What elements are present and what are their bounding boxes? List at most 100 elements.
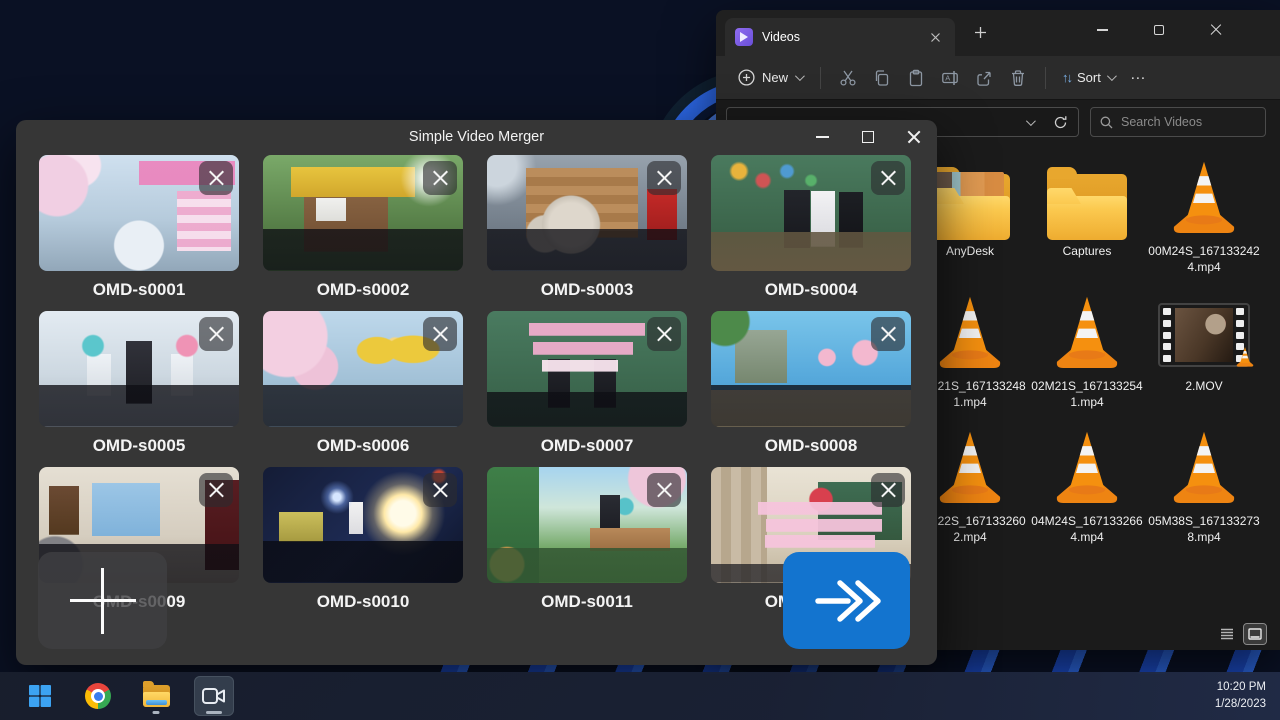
refresh-icon[interactable] bbox=[1053, 115, 1068, 130]
large-icons-view-button[interactable] bbox=[1244, 624, 1266, 644]
remove-video-button[interactable] bbox=[647, 161, 681, 195]
remove-video-button[interactable] bbox=[871, 473, 905, 507]
tab-videos[interactable]: Videos bbox=[725, 18, 955, 56]
fast-forward-arrow-icon bbox=[812, 576, 882, 626]
new-tab-button[interactable] bbox=[974, 26, 996, 48]
start-button[interactable] bbox=[20, 676, 60, 716]
search-box[interactable] bbox=[1090, 107, 1266, 137]
tab-close-icon[interactable] bbox=[925, 27, 945, 47]
vlc-cone-icon bbox=[1047, 426, 1127, 510]
copy-button[interactable] bbox=[865, 63, 899, 93]
video-label: OMD-s0005 bbox=[39, 436, 239, 456]
clock-time: 10:20 PM bbox=[1215, 679, 1266, 696]
remove-video-button[interactable] bbox=[199, 161, 233, 195]
video-item[interactable]: OMD-s0004 bbox=[711, 155, 911, 311]
file-name: 2.MOV bbox=[1185, 379, 1222, 395]
camera-app-taskbar-button[interactable] bbox=[194, 676, 234, 716]
add-videos-button[interactable] bbox=[38, 552, 167, 649]
paste-button[interactable] bbox=[899, 63, 933, 93]
anydesk-folder-icon bbox=[928, 174, 1012, 240]
svg-text:A: A bbox=[945, 73, 950, 82]
vlc-cone-icon bbox=[1164, 426, 1244, 510]
video-item[interactable]: OMD-s0001 bbox=[39, 155, 239, 311]
video-thumbnail[interactable] bbox=[39, 155, 239, 271]
file-explorer-icon bbox=[143, 685, 170, 707]
search-icon bbox=[1100, 116, 1113, 129]
merger-title-bar[interactable]: Simple Video Merger bbox=[16, 120, 937, 154]
sort-button[interactable]: ↑↓ Sort bbox=[1056, 64, 1120, 91]
clock-date: 1/28/2023 bbox=[1215, 696, 1266, 713]
video-item[interactable]: OMD-s0005 bbox=[39, 311, 239, 467]
video-thumbnail[interactable] bbox=[263, 311, 463, 427]
plus-circle-icon bbox=[738, 69, 755, 86]
explorer-close-button[interactable] bbox=[1210, 24, 1222, 36]
video-merger-window: Simple Video Merger OMD-s0001 OMD-s0002 … bbox=[16, 120, 937, 665]
remove-video-button[interactable] bbox=[423, 317, 457, 351]
video-thumbnail[interactable] bbox=[487, 155, 687, 271]
remove-video-button[interactable] bbox=[647, 473, 681, 507]
video-thumbnail[interactable] bbox=[711, 155, 911, 271]
explorer-maximize-button[interactable] bbox=[1154, 25, 1164, 35]
file-explorer-taskbar-button[interactable] bbox=[136, 676, 176, 716]
video-label: OMD-s0004 bbox=[711, 280, 911, 300]
remove-video-button[interactable] bbox=[423, 161, 457, 195]
video-thumbnail[interactable] bbox=[263, 467, 463, 583]
cut-button[interactable] bbox=[831, 63, 865, 93]
video-label: OMD-s0003 bbox=[487, 280, 687, 300]
taskbar: 10:20 PM 1/28/2023 bbox=[0, 672, 1280, 720]
video-item[interactable]: OMD-s0006 bbox=[263, 311, 463, 467]
video-item[interactable]: OMD-s0010 bbox=[263, 467, 463, 623]
explorer-toolbar: New A ↑↓ Sort … bbox=[716, 56, 1280, 100]
rename-button[interactable]: A bbox=[933, 63, 967, 93]
file-name: 00M24S_1671332424.mp4 bbox=[1148, 244, 1260, 275]
merger-minimize-button[interactable] bbox=[816, 136, 829, 138]
file-name: 05M38S_1671332738.mp4 bbox=[1148, 514, 1260, 545]
remove-video-button[interactable] bbox=[423, 473, 457, 507]
videos-folder-icon bbox=[735, 28, 753, 46]
merger-close-button[interactable] bbox=[907, 130, 921, 144]
remove-video-button[interactable] bbox=[871, 161, 905, 195]
file-item[interactable]: 00M24S_1671332424.mp4 bbox=[1146, 148, 1262, 279]
remove-video-button[interactable] bbox=[647, 317, 681, 351]
mini-vlc-cone-icon bbox=[1234, 345, 1256, 369]
video-item[interactable]: OMD-s0002 bbox=[263, 155, 463, 311]
merge-videos-button[interactable] bbox=[783, 552, 910, 649]
chrome-taskbar-button[interactable] bbox=[78, 676, 118, 716]
file-item[interactable]: 04M24S_1671332664.mp4 bbox=[1029, 418, 1145, 549]
video-thumbnail[interactable] bbox=[263, 155, 463, 271]
remove-video-button[interactable] bbox=[871, 317, 905, 351]
share-button[interactable] bbox=[967, 63, 1001, 93]
file-item[interactable]: 2.MOV bbox=[1146, 283, 1262, 414]
address-dropdown-chevron-icon[interactable] bbox=[1026, 116, 1036, 126]
file-name: 02M21S_1671332541.mp4 bbox=[1031, 379, 1143, 410]
file-name: 04M24S_1671332664.mp4 bbox=[1031, 514, 1143, 545]
delete-button[interactable] bbox=[1001, 63, 1035, 93]
video-label: OMD-s0001 bbox=[39, 280, 239, 300]
new-button[interactable]: New bbox=[730, 63, 810, 92]
sort-button-label: Sort bbox=[1077, 70, 1101, 85]
file-item[interactable]: 05M38S_1671332738.mp4 bbox=[1146, 418, 1262, 549]
video-item[interactable]: OMD-s0008 bbox=[711, 311, 911, 467]
video-thumbnail[interactable] bbox=[487, 311, 687, 427]
file-item[interactable]: 02M21S_1671332541.mp4 bbox=[1029, 283, 1145, 414]
remove-video-button[interactable] bbox=[199, 317, 233, 351]
explorer-tab-bar: Videos bbox=[716, 10, 1280, 56]
video-thumbnail[interactable] bbox=[487, 467, 687, 583]
video-item[interactable]: OMD-s0007 bbox=[487, 311, 687, 467]
video-thumbnail[interactable] bbox=[711, 311, 911, 427]
video-item[interactable]: OMD-s0011 bbox=[487, 467, 687, 623]
taskbar-clock[interactable]: 10:20 PM 1/28/2023 bbox=[1215, 679, 1266, 712]
video-item[interactable]: OMD-s0003 bbox=[487, 155, 687, 311]
search-input[interactable] bbox=[1121, 115, 1241, 129]
file-item[interactable]: Captures bbox=[1029, 148, 1145, 279]
merger-maximize-button[interactable] bbox=[862, 131, 874, 143]
file-name: AnyDesk bbox=[946, 244, 994, 260]
video-label: OMD-s0006 bbox=[263, 436, 463, 456]
video-thumbnail[interactable] bbox=[39, 311, 239, 427]
remove-video-button[interactable] bbox=[199, 473, 233, 507]
details-view-button[interactable] bbox=[1216, 624, 1238, 644]
window-title: Simple Video Merger bbox=[409, 129, 544, 145]
explorer-minimize-button[interactable] bbox=[1097, 29, 1108, 31]
video-label: OMD-s0011 bbox=[487, 592, 687, 612]
see-more-button[interactable]: … bbox=[1120, 66, 1157, 90]
